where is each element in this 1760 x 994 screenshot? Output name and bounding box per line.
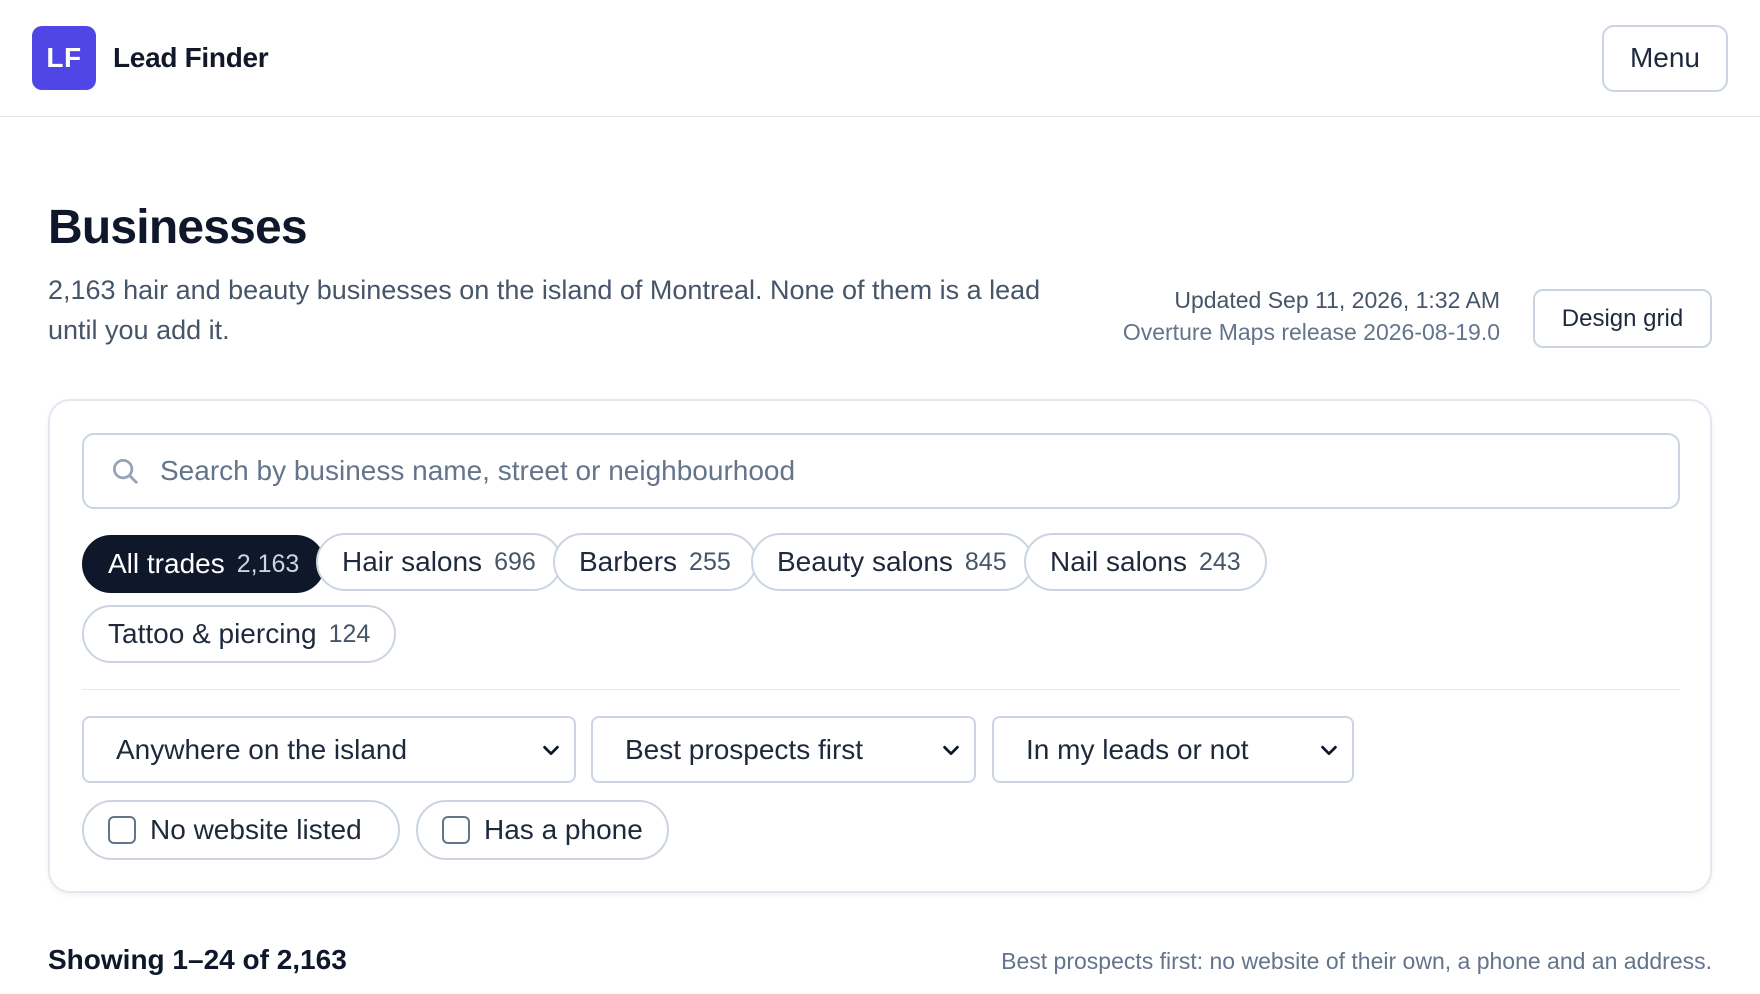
- page-intro: 2,163 hair and beauty businesses on the …: [48, 275, 1041, 345]
- top-bar: LF Lead Finder Menu: [0, 0, 1760, 117]
- leads-select[interactable]: In my leads or not: [992, 716, 1354, 783]
- chip-barbers[interactable]: Barbers 255: [553, 533, 757, 591]
- chip-beauty-salons[interactable]: Beauty salons 845: [751, 533, 1033, 591]
- page-title: Businesses: [48, 201, 308, 254]
- divider: [82, 689, 1680, 690]
- chip-count: 696: [494, 547, 536, 576]
- search-box[interactable]: [82, 433, 1680, 509]
- chip-tattoo-piercing[interactable]: Tattoo & piercing 124: [82, 605, 397, 663]
- chip-count: 255: [689, 547, 731, 576]
- has-phone-label: Has a phone: [484, 814, 643, 845]
- has-phone-checkbox[interactable]: [442, 816, 470, 844]
- chip-nail-salons[interactable]: Nail salons 243: [1024, 533, 1267, 591]
- chip-count: 845: [964, 547, 1007, 576]
- updated-timestamp: Updated Sep 11, 2026, 1:32 AM: [1174, 287, 1500, 313]
- chip-count: 2,163: [236, 549, 300, 578]
- chevron-down-icon: [943, 745, 959, 755]
- chip-label: All trades: [108, 548, 225, 579]
- sort-select-value: Best prospects first: [625, 733, 864, 765]
- update-info: Updated Sep 11, 2026, 1:32 AM Overture M…: [1123, 284, 1500, 348]
- design-grid-button[interactable]: Design grid: [1533, 289, 1712, 348]
- no-website-checkbox[interactable]: [108, 816, 136, 844]
- results-count: Showing 1–24 of 2,163: [48, 944, 347, 975]
- area-select[interactable]: Anywhere on the island: [82, 716, 576, 783]
- chip-label: Hair salons: [342, 546, 483, 577]
- no-website-label: No website listed: [150, 814, 362, 845]
- chip-label: Tattoo & piercing: [108, 618, 317, 649]
- leads-select-value: In my leads or not: [1026, 733, 1249, 765]
- chip-label: Barbers: [579, 546, 678, 577]
- chip-count: 124: [328, 619, 371, 648]
- chevron-down-icon: [1321, 745, 1337, 755]
- chip-all-trades[interactable]: All trades 2,163: [82, 535, 326, 593]
- sort-explanation: Best prospects first: no website of thei…: [1001, 948, 1712, 974]
- chip-label: Nail salons: [1050, 546, 1187, 577]
- filter-panel: All trades 2,163 Hair salons 696 Barbers…: [48, 399, 1712, 893]
- no-website-toggle[interactable]: No website listed: [82, 800, 400, 860]
- chip-count: 243: [1198, 547, 1241, 576]
- chevron-down-icon: [543, 745, 559, 755]
- search-icon: [113, 459, 138, 484]
- data-source: Overture Maps release 2026-08-19.0: [1122, 319, 1500, 345]
- chip-hair-salons[interactable]: Hair salons 696: [316, 533, 562, 591]
- area-select-value: Anywhere on the island: [116, 733, 408, 765]
- brand[interactable]: LF Lead Finder: [32, 26, 269, 90]
- chip-label: Beauty salons: [777, 546, 953, 577]
- search-input[interactable]: [160, 455, 1678, 487]
- logo: LF: [32, 26, 96, 90]
- menu-button[interactable]: Menu: [1601, 24, 1728, 92]
- sort-select[interactable]: Best prospects first: [591, 716, 976, 783]
- brand-name: Lead Finder: [113, 42, 269, 73]
- has-phone-toggle[interactable]: Has a phone: [416, 800, 669, 860]
